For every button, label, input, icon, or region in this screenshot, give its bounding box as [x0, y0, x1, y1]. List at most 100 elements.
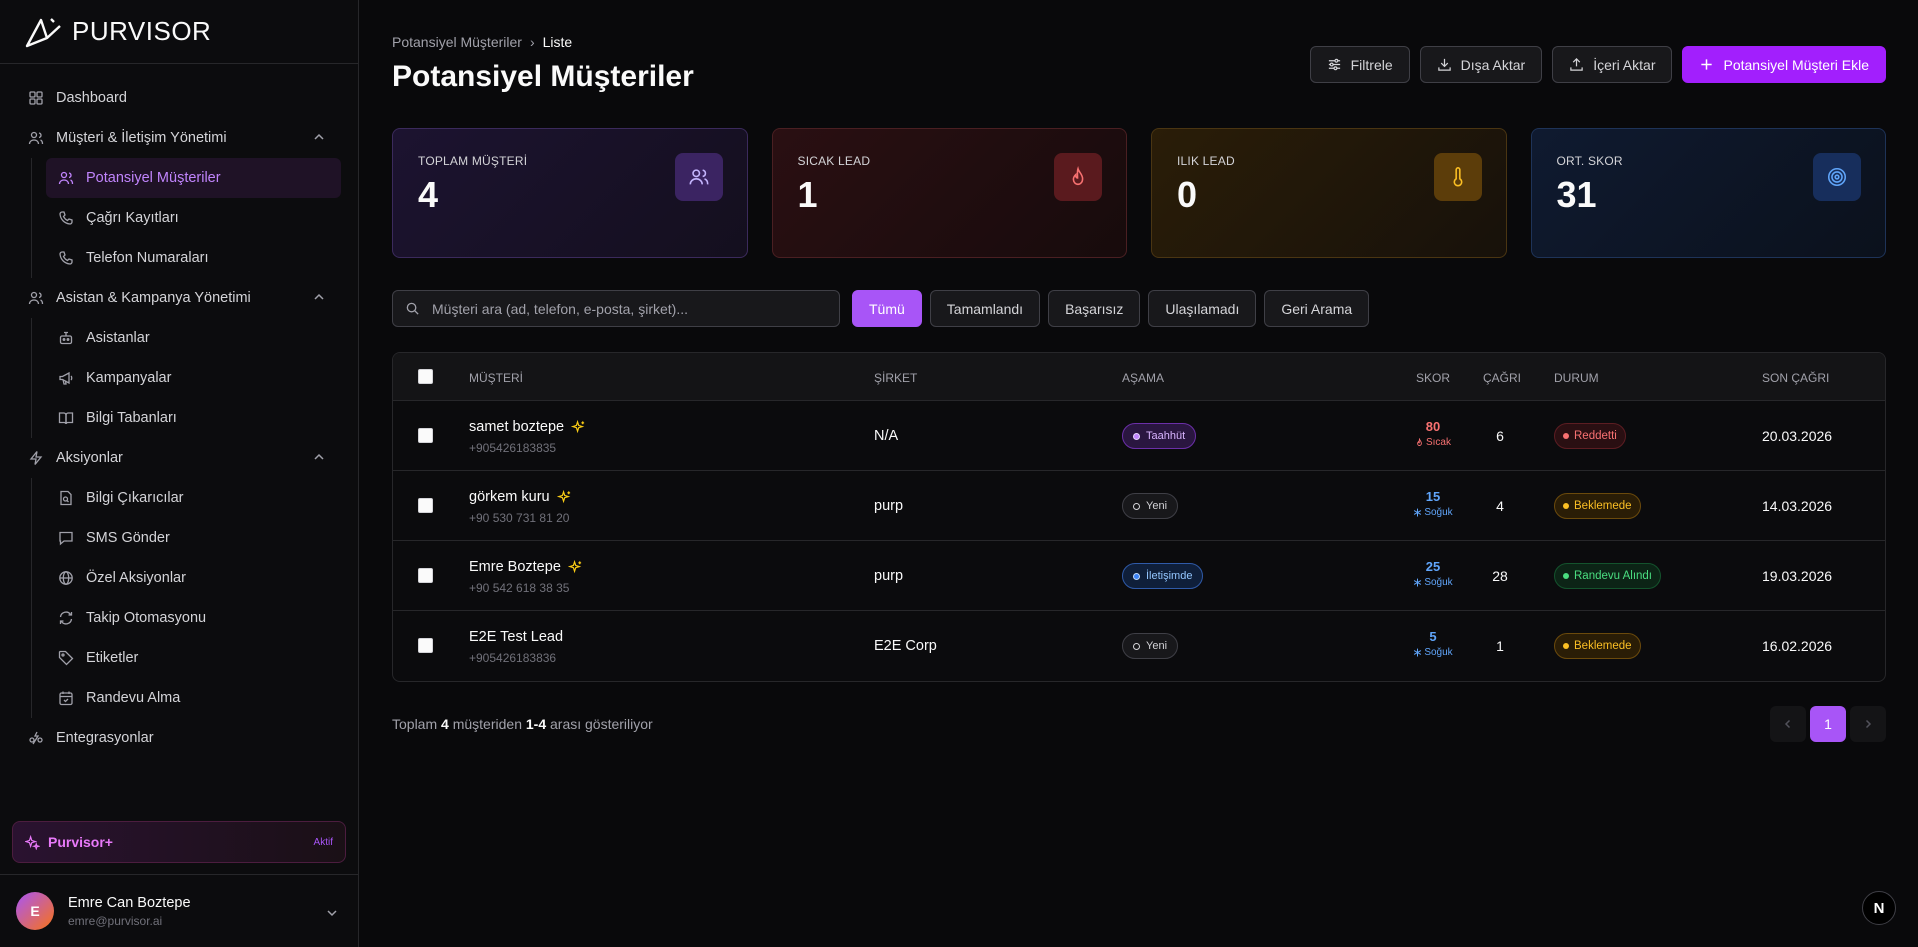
last-call-date: 19.03.2026: [1762, 568, 1833, 584]
sidebar-group-crm[interactable]: Müşteri & İletişim Yönetimi: [0, 118, 358, 158]
lead-company: E2E Corp: [874, 638, 937, 654]
sidebar-group-actions[interactable]: Aksiyonlar: [0, 438, 358, 478]
sidebar-item-appointments[interactable]: Randevu Alma: [46, 678, 341, 718]
brand[interactable]: PURVISOR: [0, 0, 358, 64]
sidebar-group-assistants[interactable]: Asistan & Kampanya Yönetimi: [0, 278, 358, 318]
stage-dot: [1133, 432, 1140, 440]
sidebar-item-label: Çağrı Kayıtları: [86, 210, 179, 226]
filter-chip-unreachable[interactable]: Ulaşılamadı: [1148, 290, 1257, 327]
table-row[interactable]: görkem kuru +90 530 731 81 20 purp Yeni …: [393, 471, 1885, 541]
plan-badge[interactable]: Purvisor+ Aktif: [12, 821, 346, 863]
chevron-up-icon: [314, 293, 324, 300]
sidebar-item-label: Potansiyel Müşteriler: [86, 170, 221, 186]
stage-dot: [1133, 642, 1140, 650]
sidebar-item-custom-actions[interactable]: Özel Aksiyonlar: [46, 558, 341, 598]
lead-name[interactable]: görkem kuru: [469, 489, 550, 505]
stage-label: Yeni: [1146, 500, 1168, 512]
filter-bar: Tümü Tamamlandı Başarısız Ulaşılamadı Ge…: [392, 290, 1370, 327]
breadcrumb-parent[interactable]: Potansiyel Müşteriler: [392, 34, 522, 50]
lead-name[interactable]: E2E Test Lead: [469, 629, 563, 645]
sidebar-item-knowledge-bases[interactable]: Bilgi Tabanları: [46, 398, 341, 438]
filter-chip-all[interactable]: Tümü: [852, 290, 922, 327]
status-badge: Beklemede: [1554, 493, 1641, 519]
sidebar-item-call-logs[interactable]: Çağrı Kayıtları: [46, 198, 341, 238]
stage-label: Taahhüt: [1146, 430, 1186, 442]
bot-icon: [58, 330, 74, 346]
row-checkbox[interactable]: [418, 568, 433, 583]
status-badge: Randevu Alındı: [1554, 563, 1662, 589]
status-dot: [1563, 643, 1569, 649]
sparkles-icon: [25, 834, 40, 850]
lead-name[interactable]: Emre Boztepe: [469, 559, 561, 575]
header-status[interactable]: DURUM: [1554, 371, 1599, 385]
header-last-call[interactable]: SON ÇAĞRI: [1762, 371, 1829, 385]
filter-chip-callback[interactable]: Geri Arama: [1264, 290, 1370, 327]
toolbar: Filtrele Dışa Aktar İçeri Aktar Potansiy…: [1309, 46, 1886, 83]
message-icon: [58, 530, 74, 546]
import-button[interactable]: İçeri Aktar: [1552, 46, 1673, 83]
sidebar-item-label: Bilgi Tabanları: [86, 410, 177, 426]
nextjs-badge[interactable]: N: [1862, 891, 1896, 925]
temperature-label: Soğuk: [1411, 577, 1455, 588]
score-cell: 80 Sıcak: [1411, 419, 1455, 448]
user-menu[interactable]: E Emre Can Boztepe emre@purvisor.ai: [0, 874, 359, 947]
header-company[interactable]: ŞİRKET: [874, 371, 917, 385]
breadcrumb-separator: ›: [529, 34, 535, 50]
select-all-checkbox[interactable]: [418, 369, 433, 384]
lead-company: purp: [874, 498, 904, 514]
export-button[interactable]: Dışa Aktar: [1419, 46, 1543, 83]
sidebar-item-dashboard[interactable]: Dashboard: [0, 78, 358, 118]
stat-card-hot: SICAK LEAD 1: [771, 128, 1127, 258]
header-calls[interactable]: ÇAĞRI: [1483, 371, 1521, 385]
search-icon: [406, 302, 419, 315]
next-page-button[interactable]: [1850, 706, 1886, 742]
row-checkbox[interactable]: [418, 498, 433, 513]
lead-phone: +905426183836: [469, 651, 557, 665]
lead-company: purp: [874, 568, 904, 584]
stage-badge: İletişimde: [1122, 563, 1204, 589]
sidebar-item-label: Dashboard: [56, 90, 127, 106]
last-call-date: 14.03.2026: [1762, 498, 1833, 514]
table-row[interactable]: samet boztepe +905426183835 N/A Taahhüt …: [393, 401, 1885, 471]
sidebar-group-label: Asistan & Kampanya Yönetimi: [56, 290, 251, 306]
filter-button[interactable]: Filtrele: [1309, 46, 1410, 83]
header-stage[interactable]: AŞAMA: [1122, 371, 1164, 385]
users-icon: [674, 153, 723, 201]
row-checkbox[interactable]: [418, 428, 433, 443]
lead-name-cell: samet boztepe: [469, 419, 586, 435]
table-row[interactable]: Emre Boztepe +90 542 618 38 35 purp İlet…: [393, 541, 1885, 611]
page-title: Potansiyel Müşteriler: [392, 60, 694, 93]
prev-page-button[interactable]: [1770, 706, 1806, 742]
page-button[interactable]: 1: [1810, 706, 1846, 742]
call-count: 6: [1496, 428, 1504, 444]
sidebar-item-assistants[interactable]: Asistanlar: [46, 318, 341, 358]
sidebar-item-phone-numbers[interactable]: Telefon Numaraları: [46, 238, 341, 278]
sparkles-icon: [571, 419, 585, 433]
sidebar-item-campaigns[interactable]: Kampanyalar: [46, 358, 341, 398]
sidebar-item-label: Telefon Numaraları: [86, 250, 209, 266]
stage-label: Yeni: [1146, 640, 1168, 652]
plan-name: Purvisor+: [48, 834, 113, 850]
sidebar-item-tags[interactable]: Etiketler: [46, 638, 341, 678]
sidebar-item-extractors[interactable]: Bilgi Çıkarıcılar: [46, 478, 341, 518]
add-lead-button[interactable]: Potansiyel Müşteri Ekle: [1682, 46, 1886, 83]
sparkles-icon: [567, 559, 582, 573]
sidebar-item-followup[interactable]: Takip Otomasyonu: [46, 598, 341, 638]
filter-chip-failed[interactable]: Başarısız: [1048, 290, 1141, 327]
header-score[interactable]: SKOR: [1411, 371, 1455, 385]
sidebar-item-integrations[interactable]: Entegrasyonlar: [0, 718, 358, 758]
chevron-down-icon: [327, 910, 337, 917]
file-search-icon: [58, 490, 74, 506]
thermometer-icon: [1433, 153, 1482, 201]
lead-name[interactable]: samet boztepe: [469, 419, 564, 435]
sidebar-item-sms[interactable]: SMS Gönder: [46, 518, 341, 558]
search-input[interactable]: [432, 300, 832, 317]
filter-chip-completed[interactable]: Tamamlandı: [929, 290, 1041, 327]
sidebar-item-leads[interactable]: Potansiyel Müşteriler: [46, 158, 341, 198]
temperature-label: Soğuk: [1411, 647, 1455, 658]
lead-company: N/A: [874, 428, 899, 444]
header-customer[interactable]: MÜŞTERİ: [469, 371, 523, 385]
table-header: MÜŞTERİ ŞİRKET AŞAMA SKOR ÇAĞRI DURUM SO…: [393, 353, 1885, 401]
row-checkbox[interactable]: [418, 638, 433, 653]
table-row[interactable]: E2E Test Lead +905426183836 E2E Corp Yen…: [393, 611, 1885, 681]
